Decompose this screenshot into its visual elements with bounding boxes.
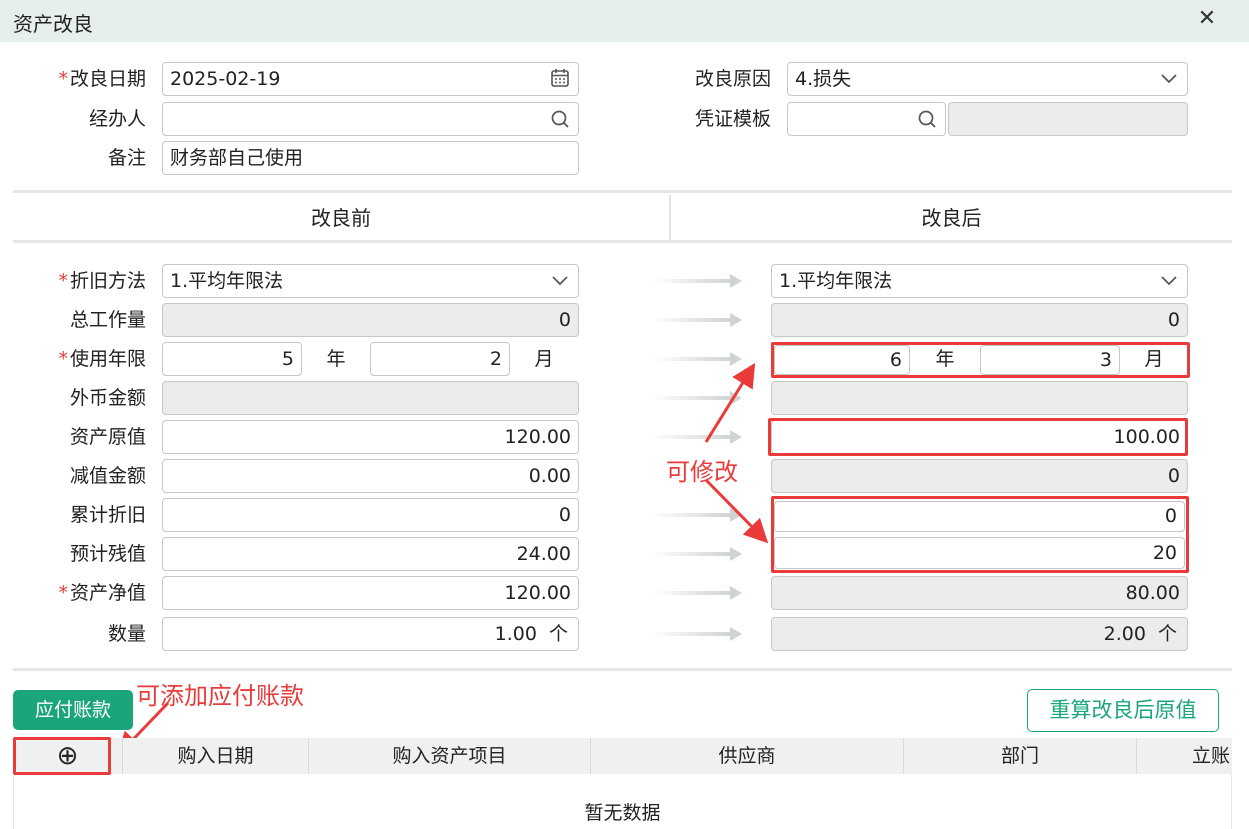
year-unit: 年 <box>326 348 346 370</box>
original-before-field[interactable]: 120.00 <box>162 420 579 454</box>
life-before-years-field[interactable]: 5 <box>162 342 302 376</box>
close-icon[interactable]: ✕ <box>1193 5 1221 33</box>
remark-label: 备注 <box>107 147 146 169</box>
impairment-before-field[interactable]: 0.00 <box>162 459 579 493</box>
right-arrow-icon <box>652 430 742 444</box>
annotation-box-original <box>768 418 1188 456</box>
col-account[interactable]: 立账 <box>1137 738 1232 774</box>
method-after-select[interactable]: 1.平均年限法 <box>771 264 1188 298</box>
net-label: * 资产净值 <box>58 582 146 604</box>
foreign-label: 外币金额 <box>69 387 146 409</box>
recalc-original-button[interactable]: 重算改良后原值 <box>1027 689 1219 732</box>
qty-unit: 个 <box>1157 623 1177 645</box>
improve-reason-select[interactable]: 4.损失 <box>787 62 1188 96</box>
before-column-header: 改良前 <box>311 206 371 230</box>
after-column-header: 改良后 <box>921 206 982 230</box>
window-title: 资产改良 <box>13 12 93 36</box>
impairment-after-field: 0 <box>771 459 1188 493</box>
life-before-months-field[interactable]: 2 <box>370 342 510 376</box>
divider <box>13 190 1232 193</box>
right-arrow-icon <box>652 586 742 600</box>
qty-after-field: 2.00 个 <box>771 617 1188 651</box>
net-after-field: 80.00 <box>771 576 1188 610</box>
empty-text: 暂无数据 <box>584 802 661 824</box>
col-supplier[interactable]: 供应商 <box>591 738 904 774</box>
annotation-box-accum-residual <box>771 496 1189 573</box>
workload-before-field: 0 <box>162 303 579 337</box>
col-department[interactable]: 部门 <box>904 738 1137 774</box>
col-purchase-item[interactable]: 购入资产项目 <box>309 738 591 774</box>
qty-unit: 个 <box>548 623 568 645</box>
right-arrow-icon <box>652 391 742 405</box>
right-arrow-icon <box>652 313 742 327</box>
voucher-template-field[interactable] <box>787 102 946 136</box>
chevron-down-icon <box>552 276 568 286</box>
search-icon[interactable] <box>550 103 570 135</box>
month-unit: 月 <box>534 348 554 370</box>
payable-button[interactable]: 应付账款 <box>13 690 133 730</box>
impairment-label: 减值金额 <box>69 465 146 487</box>
annotation-box-add <box>13 737 111 775</box>
life-label: * 使用年限 <box>58 348 146 370</box>
workload-after-field: 0 <box>771 303 1188 337</box>
improve-date-label: * 改良日期 <box>58 68 146 90</box>
title-bar <box>0 0 1249 42</box>
handler-label: 经办人 <box>88 108 146 130</box>
remark-field[interactable]: 财务部自己使用 <box>162 141 579 175</box>
right-arrow-icon <box>652 547 742 561</box>
accum-before-field[interactable]: 0 <box>162 498 579 532</box>
right-arrow-icon <box>652 352 742 366</box>
foreign-before-field <box>162 381 579 415</box>
add-payable-note: 可添加应付账款 <box>136 682 304 710</box>
qty-before-field[interactable]: 1.00 个 <box>162 617 579 651</box>
improve-date-field[interactable]: 2025-02-19 <box>162 62 579 96</box>
method-before-select[interactable]: 1.平均年限法 <box>162 264 579 298</box>
voucher-template-name <box>948 102 1188 136</box>
calendar-icon[interactable] <box>550 63 570 95</box>
residual-before-field[interactable]: 24.00 <box>162 537 579 571</box>
search-icon[interactable] <box>917 103 937 135</box>
right-arrow-icon <box>652 274 742 288</box>
original-label: 资产原值 <box>69 426 146 448</box>
right-arrow-icon <box>652 508 742 522</box>
divider <box>13 668 1232 671</box>
improve-reason-label: 改良原因 <box>694 68 771 90</box>
accum-label: 累计折旧 <box>69 504 146 526</box>
net-before-field[interactable]: 120.00 <box>162 576 579 610</box>
residual-label: 预计残值 <box>69 543 146 565</box>
annotation-box-life <box>771 342 1190 378</box>
chevron-down-icon <box>1161 276 1177 286</box>
col-purchase-date[interactable]: 购入日期 <box>123 738 309 774</box>
method-label: * 折旧方法 <box>58 270 146 292</box>
qty-label: 数量 <box>107 623 146 645</box>
divider <box>13 240 1232 243</box>
foreign-after-field <box>771 381 1188 415</box>
right-arrow-icon <box>652 627 742 641</box>
modifiable-note: 可修改 <box>666 458 738 486</box>
workload-label: 总工作量 <box>69 309 146 331</box>
voucher-template-label: 凭证模板 <box>694 108 771 130</box>
chevron-down-icon <box>1161 74 1177 84</box>
handler-field[interactable] <box>162 102 579 136</box>
